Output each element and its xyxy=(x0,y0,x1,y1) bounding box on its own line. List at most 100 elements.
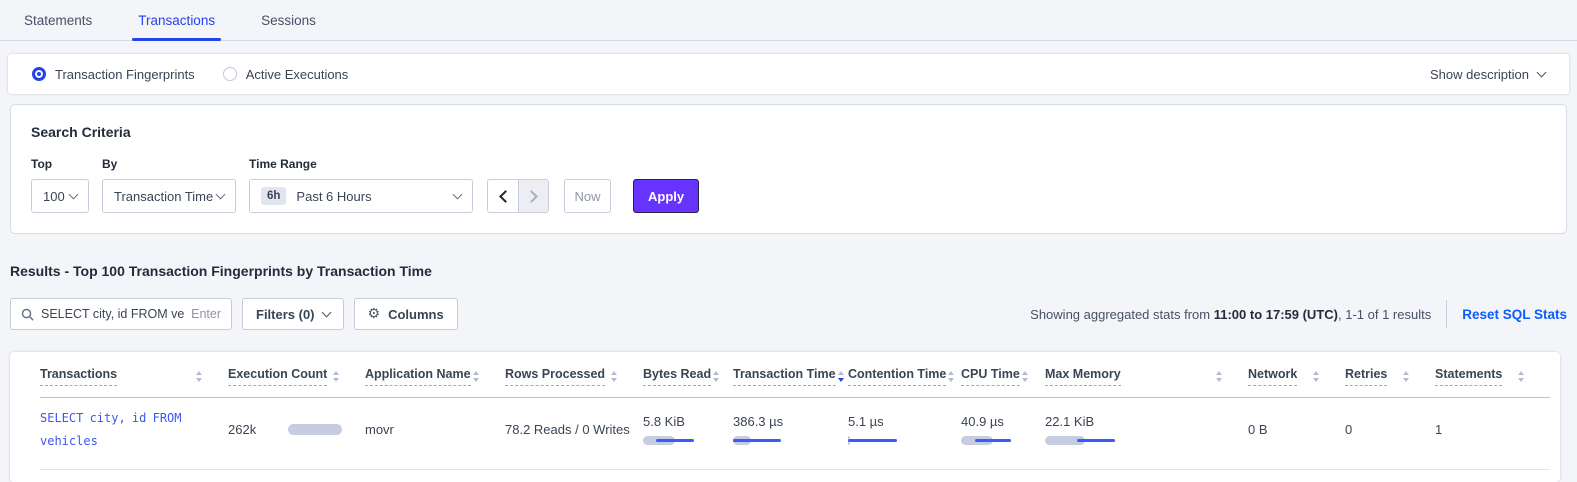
cell-value: 262k xyxy=(228,422,256,437)
sort-icon[interactable] xyxy=(194,369,204,384)
column-header-cpu-time[interactable]: CPU Time xyxy=(961,367,1045,386)
top-select[interactable]: 100 xyxy=(31,179,89,213)
chevron-down-icon xyxy=(453,190,463,200)
top-label: Top xyxy=(31,157,89,171)
radio-label: Transaction Fingerprints xyxy=(55,67,195,82)
top-field: Top 100 xyxy=(31,157,89,213)
column-header-statements[interactable]: Statements xyxy=(1435,367,1550,386)
table-cell-transaction-time: 386.3 µs xyxy=(733,414,848,446)
cell-value: 0 B xyxy=(1248,422,1268,437)
columns-button[interactable]: ⚙ Columns xyxy=(354,298,458,330)
sort-icon[interactable] xyxy=(836,369,846,384)
sql-activity-page: Statements Transactions Sessions Transac… xyxy=(0,0,1577,472)
table-cell-cpu-time: 40.9 µs xyxy=(961,414,1045,446)
column-label: Contention Time xyxy=(848,367,946,386)
tab-transactions[interactable]: Transactions xyxy=(138,0,215,40)
column-header-max-memory[interactable]: Max Memory xyxy=(1045,367,1248,386)
cell-value: 5.1 µs xyxy=(848,414,943,429)
show-description-label: Show description xyxy=(1430,67,1529,82)
table-cell-bytes-read: 5.8 KiB xyxy=(643,414,733,446)
search-box: Enter xyxy=(10,298,232,330)
filters-label: Filters (0) xyxy=(256,307,315,322)
tab-statements[interactable]: Statements xyxy=(24,0,92,40)
table-cell-transaction: SELECT city, id FROM vehicles xyxy=(40,407,228,453)
transaction-time-bar-chart xyxy=(733,436,803,446)
next-time-button[interactable] xyxy=(518,180,548,212)
show-description-toggle[interactable]: Show description xyxy=(1430,67,1545,82)
sort-icon[interactable] xyxy=(711,369,721,384)
column-header-application-name[interactable]: Application Name xyxy=(365,367,505,386)
now-button[interactable]: Now xyxy=(564,179,611,213)
sort-icon[interactable] xyxy=(1020,369,1030,384)
bytes-read-bar-chart xyxy=(643,436,713,446)
filters-button[interactable]: Filters (0) xyxy=(242,298,344,330)
tab-label: Sessions xyxy=(261,13,316,28)
table-cell-execution-count: 262k xyxy=(228,422,365,437)
radio-label: Active Executions xyxy=(246,67,349,82)
table-cell-retries: 0 xyxy=(1345,422,1435,437)
cell-value: 386.3 µs xyxy=(733,414,830,429)
column-label: Network xyxy=(1248,367,1297,386)
chevron-down-icon xyxy=(1537,68,1547,78)
table-cell-network: 0 B xyxy=(1248,422,1345,437)
stats-range: 11:00 to 17:59 (UTC) xyxy=(1214,307,1338,322)
transaction-fingerprint-link[interactable]: SELECT city, id FROM vehicles xyxy=(40,411,182,448)
column-header-execution-count[interactable]: Execution Count xyxy=(228,367,365,386)
sort-icon[interactable] xyxy=(609,369,619,384)
column-header-retries[interactable]: Retries xyxy=(1345,367,1435,386)
search-criteria-title: Search Criteria xyxy=(31,124,1546,140)
column-header-network[interactable]: Network xyxy=(1248,367,1345,386)
time-range-value: Past 6 Hours xyxy=(296,189,371,204)
column-header-transactions[interactable]: Transactions xyxy=(40,367,228,386)
column-label: Statements xyxy=(1435,367,1502,386)
time-nav-arrows xyxy=(487,179,549,213)
sort-icon[interactable] xyxy=(1401,369,1411,384)
search-input[interactable] xyxy=(41,307,184,321)
search-criteria-controls: Top 100 By Transaction Time Time Range 6… xyxy=(31,157,1546,213)
column-header-bytes-read[interactable]: Bytes Read xyxy=(643,367,733,386)
apply-button[interactable]: Apply xyxy=(633,179,699,213)
sort-icon[interactable] xyxy=(1516,369,1526,384)
radio-transaction-fingerprints[interactable]: Transaction Fingerprints xyxy=(32,67,195,82)
chevron-left-icon xyxy=(499,190,512,203)
radio-active-executions[interactable]: Active Executions xyxy=(223,67,349,82)
transactions-table-card: Transactions Execution Count Application… xyxy=(10,352,1560,482)
sort-icon[interactable] xyxy=(1214,369,1224,384)
view-toggle-strip: Transaction Fingerprints Active Executio… xyxy=(8,54,1569,94)
top-value: 100 xyxy=(43,189,65,204)
table-cell-rows-processed: 78.2 Reads / 0 Writes xyxy=(505,422,643,437)
column-label: CPU Time xyxy=(961,367,1020,386)
sort-icon[interactable] xyxy=(946,369,956,384)
max-memory-bar-chart xyxy=(1045,436,1115,446)
cell-value: 78.2 Reads / 0 Writes xyxy=(505,422,630,437)
reset-sql-stats-link[interactable]: Reset SQL Stats xyxy=(1462,307,1567,322)
sort-icon[interactable] xyxy=(331,369,341,384)
column-label: Transaction Time xyxy=(733,367,836,386)
sort-icon[interactable] xyxy=(471,369,481,384)
chevron-down-icon xyxy=(69,190,79,200)
cell-value: 22.1 KiB xyxy=(1045,414,1230,429)
time-range-select[interactable]: 6h Past 6 Hours xyxy=(249,179,473,213)
stats-suffix: , 1-1 of 1 results xyxy=(1338,307,1431,322)
column-header-rows-processed[interactable]: Rows Processed xyxy=(505,367,643,386)
table-cell-contention-time: 5.1 µs xyxy=(848,414,961,446)
enter-hint: Enter xyxy=(191,307,221,321)
tab-bar: Statements Transactions Sessions xyxy=(0,0,1577,41)
tab-sessions[interactable]: Sessions xyxy=(261,0,316,40)
by-select[interactable]: Transaction Time xyxy=(102,179,236,213)
divider xyxy=(1446,300,1447,328)
table-row: SELECT city, id FROM vehicles 262k movr … xyxy=(40,398,1550,470)
cell-value: 5.8 KiB xyxy=(643,414,715,429)
previous-time-button[interactable] xyxy=(488,180,518,212)
column-label: Max Memory xyxy=(1045,367,1121,386)
search-icon xyxy=(21,308,34,321)
cell-value: 0 xyxy=(1345,422,1352,437)
column-header-transaction-time[interactable]: Transaction Time xyxy=(733,367,848,386)
column-header-contention-time[interactable]: Contention Time xyxy=(848,367,961,386)
sort-icon[interactable] xyxy=(1311,369,1321,384)
table-cell-statements: 1 xyxy=(1435,422,1550,437)
results-title: Results - Top 100 Transaction Fingerprin… xyxy=(10,263,1577,279)
by-label: By xyxy=(102,157,236,171)
table-header-row: Transactions Execution Count Application… xyxy=(40,356,1550,398)
cpu-time-bar-chart xyxy=(961,436,1031,446)
